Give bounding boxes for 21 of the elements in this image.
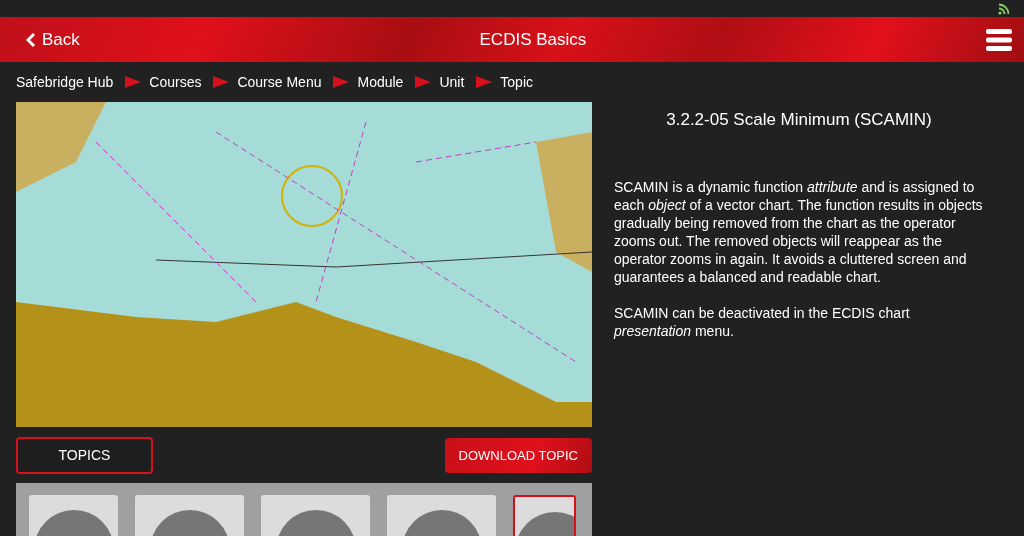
back-button[interactable]: Back [26,29,80,50]
breadcrumb-link[interactable]: Courses [149,74,202,90]
page-title: ECDIS Basics [479,29,587,50]
download-topic-button[interactable]: DOWNLOAD TOPIC [444,437,592,473]
topic-title: 3.2.2-05 Scale Minimum (SCAMIN) [665,110,933,130]
menu-icon[interactable] [986,28,1012,51]
flag-arrow-icon [333,76,350,88]
body-paragraph: SCAMIN is a dynamic function attribute and is assigned to each object of a vector chart. The function results in objects gradually being removed from the chart as the operator zooms out. The removed objects will reappear as the operator zooms in again. It avoids a cluttered screen and guarantees a balanced and readable chart. [614,178,984,286]
body-paragraph: SCAMIN can be deactivated in the ECDIS chart presentation menu. [614,304,911,340]
flag-arrow-icon [476,76,493,88]
breadcrumb-link[interactable]: Topic [500,74,533,90]
flag-arrow-icon [213,76,230,88]
breadcrumb-link[interactable]: Module [357,74,404,90]
flag-arrow-icon [415,76,432,88]
breadcrumb-link[interactable]: Course Menu [237,74,322,90]
breadcrumb-link[interactable]: Unit [439,74,465,90]
rss-icon[interactable] [998,2,1010,15]
breadcrumb-link[interactable]: Safebridge Hub [16,74,114,90]
topics-button[interactable]: TOPICS [16,436,153,474]
flag-arrow-icon [125,76,142,88]
chevron-left-icon [26,31,36,48]
